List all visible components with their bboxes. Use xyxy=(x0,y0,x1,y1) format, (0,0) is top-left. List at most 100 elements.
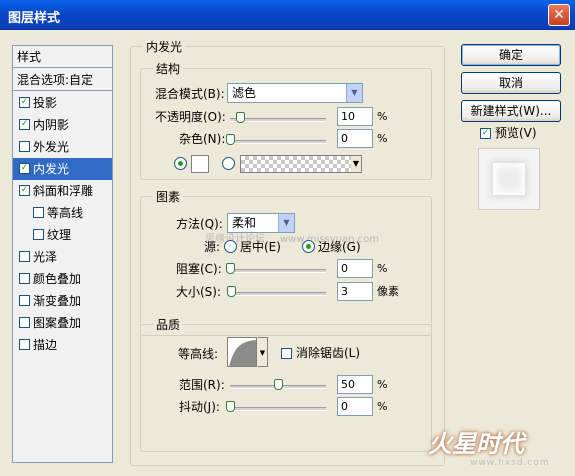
choke-slider-thumb[interactable] xyxy=(226,263,235,274)
opacity-slider-thumb[interactable] xyxy=(236,112,245,123)
range-input[interactable]: 50 xyxy=(337,375,373,394)
opacity-input[interactable]: 10 xyxy=(337,107,373,126)
style-item-checkbox[interactable] xyxy=(19,185,30,196)
jitter-unit: % xyxy=(377,400,388,413)
style-item[interactable]: 颜色叠加 xyxy=(13,268,112,290)
style-item-label: 纹理 xyxy=(47,228,72,242)
blend-mode-select[interactable]: 滤色 ▼ xyxy=(227,83,363,103)
style-item[interactable]: 纹理 xyxy=(13,224,112,246)
contour-picker[interactable] xyxy=(227,337,257,367)
size-unit: 像素 xyxy=(377,285,399,298)
gradient-radio[interactable] xyxy=(222,157,235,170)
style-item-label: 光泽 xyxy=(33,250,58,264)
structure-title: 结构 xyxy=(153,62,184,76)
cancel-button[interactable]: 取消 xyxy=(461,72,561,94)
size-input[interactable]: 3 xyxy=(337,282,373,301)
new-style-button[interactable]: 新建样式(W)... xyxy=(461,100,561,122)
color-radio[interactable] xyxy=(174,157,187,170)
anti-aliased-label: 消除锯齿(L) xyxy=(296,346,361,360)
choke-input[interactable]: 0 xyxy=(337,259,373,278)
dialog-body: 样式 混合选项:自定 投影内阴影外发光内发光斜面和浮雕等高线纹理光泽颜色叠加渐变… xyxy=(0,31,575,476)
quality-title: 品质 xyxy=(153,318,184,332)
preview-checkbox[interactable] xyxy=(480,128,491,139)
style-item-label: 外发光 xyxy=(33,140,70,154)
jitter-slider-thumb[interactable] xyxy=(226,401,235,412)
style-item-label: 内发光 xyxy=(33,162,70,176)
style-preview xyxy=(478,148,540,210)
style-item-checkbox[interactable] xyxy=(19,119,30,130)
style-item[interactable]: 光泽 xyxy=(13,246,112,268)
inner-glow-title: 内发光 xyxy=(143,40,186,54)
style-item[interactable]: 图案叠加 xyxy=(13,312,112,334)
style-item[interactable]: 描边 xyxy=(13,334,112,356)
size-slider[interactable] xyxy=(230,292,326,296)
close-icon[interactable]: ✕ xyxy=(548,4,570,26)
blend-mode-value: 滤色 xyxy=(232,86,257,100)
noise-slider[interactable] xyxy=(230,140,326,144)
styles-header-label: 样式 xyxy=(17,50,42,64)
watermark-logo: 火星时代 xyxy=(428,430,524,458)
style-item-checkbox[interactable] xyxy=(19,295,30,306)
source-edge-radio[interactable] xyxy=(302,240,315,253)
noise-unit: % xyxy=(377,132,388,145)
style-item[interactable]: 外发光 xyxy=(13,136,112,158)
chevron-down-icon: ▼ xyxy=(351,156,361,172)
choke-label: 阻塞(C): xyxy=(176,262,222,276)
source-center-label: 居中(E) xyxy=(240,240,281,254)
style-item[interactable]: 等高线 xyxy=(13,202,112,224)
style-item[interactable]: 内阴影 xyxy=(13,114,112,136)
style-item[interactable]: 投影 xyxy=(13,92,112,114)
jitter-label: 抖动(J): xyxy=(179,400,220,414)
source-center-radio[interactable] xyxy=(224,240,237,253)
style-item-checkbox[interactable] xyxy=(19,273,30,284)
noise-slider-thumb[interactable] xyxy=(226,134,235,145)
chevron-down-icon: ▼ xyxy=(346,84,362,102)
style-item-label: 等高线 xyxy=(47,206,84,220)
chevron-down-icon[interactable]: ▼ xyxy=(258,337,268,367)
noise-input[interactable]: 0 xyxy=(337,129,373,148)
anti-aliased-checkbox[interactable] xyxy=(281,348,292,359)
size-slider-thumb[interactable] xyxy=(227,286,236,297)
styles-list: 样式 混合选项:自定 投影内阴影外发光内发光斜面和浮雕等高线纹理光泽颜色叠加渐变… xyxy=(12,45,113,463)
gradient-picker[interactable]: ▼ xyxy=(240,155,362,173)
preview-label: 预览(V) xyxy=(495,126,537,140)
blend-options-item[interactable]: 混合选项:自定 xyxy=(13,69,112,91)
jitter-input[interactable]: 0 xyxy=(337,397,373,416)
style-item-checkbox[interactable] xyxy=(19,97,30,108)
noise-label: 杂色(N): xyxy=(179,132,226,146)
range-slider-thumb[interactable] xyxy=(274,379,283,390)
style-item-checkbox[interactable] xyxy=(19,339,30,350)
contour-label: 等高线: xyxy=(178,347,219,361)
jitter-slider[interactable] xyxy=(230,407,326,411)
window-title: 图层样式 xyxy=(8,11,61,26)
style-item-label: 图案叠加 xyxy=(33,316,82,330)
size-label: 大小(S): xyxy=(176,285,222,299)
opacity-unit: % xyxy=(377,110,388,123)
style-item-checkbox[interactable] xyxy=(19,317,30,328)
source-label: 源: xyxy=(204,240,221,254)
chevron-down-icon: ▼ xyxy=(278,214,294,232)
styles-header[interactable]: 样式 xyxy=(13,46,112,68)
choke-unit: % xyxy=(377,262,388,275)
style-item[interactable]: 渐变叠加 xyxy=(13,290,112,312)
style-item-label: 描边 xyxy=(33,338,58,352)
style-item-label: 颜色叠加 xyxy=(33,272,82,286)
style-preview-swatch xyxy=(493,163,525,195)
choke-slider[interactable] xyxy=(230,269,326,273)
style-item-checkbox[interactable] xyxy=(19,141,30,152)
style-item-label: 内阴影 xyxy=(33,118,70,132)
style-item-checkbox[interactable] xyxy=(19,251,30,262)
style-item-label: 渐变叠加 xyxy=(33,294,82,308)
style-item[interactable]: 内发光 xyxy=(13,158,112,180)
range-unit: % xyxy=(377,378,388,391)
glow-color-swatch[interactable] xyxy=(191,155,209,173)
style-item-checkbox[interactable] xyxy=(33,229,44,240)
contour-curve-icon xyxy=(229,340,256,366)
ok-button[interactable]: 确定 xyxy=(461,44,561,66)
title-bar: 图层样式 ✕ xyxy=(0,0,575,30)
style-item-checkbox[interactable] xyxy=(33,207,44,218)
style-item[interactable]: 斜面和浮雕 xyxy=(13,180,112,202)
range-label: 范围(R): xyxy=(179,378,225,392)
style-item-checkbox[interactable] xyxy=(19,163,30,174)
opacity-label: 不透明度(O): xyxy=(155,110,226,124)
